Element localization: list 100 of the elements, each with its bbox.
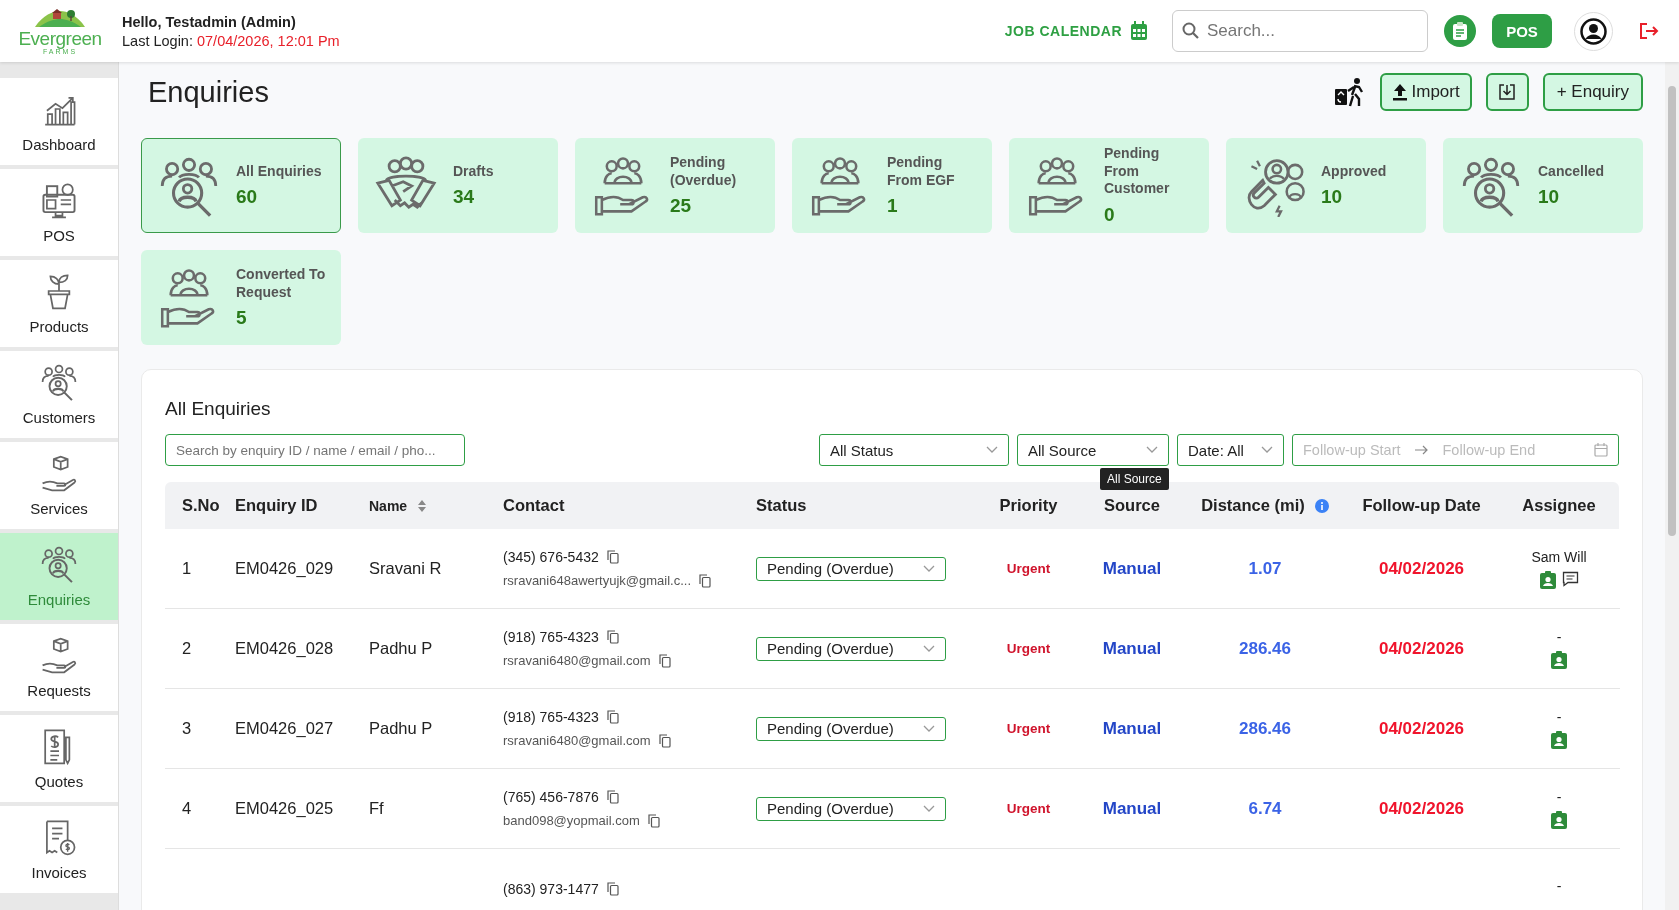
chevron-icon: [923, 724, 935, 733]
assignee-name: -: [1556, 788, 1562, 805]
id-badge-icon[interactable]: [1551, 650, 1567, 669]
email-address: rsravani648awertyujk@gmail.c...: [503, 573, 692, 588]
nav-item[interactable]: Products: [0, 260, 118, 347]
card-count: 34: [453, 186, 476, 209]
source-link[interactable]: Manual: [1102, 638, 1162, 659]
filter-dropdown[interactable]: All Source: [1017, 434, 1169, 466]
copy-icon[interactable]: [606, 790, 619, 804]
id-badge-icon[interactable]: [1539, 570, 1556, 589]
phone-number: (863) 973-1477: [503, 880, 599, 897]
filter-dropdown[interactable]: Date: All: [1177, 434, 1284, 466]
stat-card[interactable]: Pending From EGF 1: [792, 138, 992, 233]
copy-icon[interactable]: [647, 813, 660, 828]
column-header[interactable]: Name: [369, 497, 503, 514]
card-count: 10: [1538, 186, 1561, 209]
card-label: Drafts: [453, 162, 494, 181]
enquiry-id: EM0426_029: [235, 559, 334, 578]
last-login-text: Last Login: 07/04/2026, 12:01 Pm: [122, 32, 340, 49]
stat-card[interactable]: Pending From Customer 0: [1009, 138, 1209, 233]
cash-register-icon: [40, 181, 78, 219]
source-link[interactable]: Manual: [1102, 718, 1162, 739]
panel-title: All Enquiries: [165, 398, 272, 420]
distance-value: 6.74: [1248, 798, 1282, 819]
stat-card[interactable]: Approved 10: [1226, 138, 1426, 233]
import-button[interactable]: Import: [1379, 73, 1472, 111]
phone-number: (918) 765-4323: [503, 629, 599, 645]
nav-item[interactable]: Requests: [0, 624, 118, 711]
info-icon[interactable]: [1314, 498, 1329, 513]
copy-icon[interactable]: [658, 653, 671, 668]
card-label: Cancelled: [1538, 162, 1605, 181]
search-field[interactable]: Search...: [1172, 10, 1428, 52]
scrollbar[interactable]: [1665, 62, 1679, 910]
upload-icon: [1391, 83, 1408, 101]
nav-item[interactable]: Invoices: [0, 806, 118, 893]
stat-card[interactable]: All Enquiries 60: [141, 138, 341, 233]
enquiry-id: EM0426_027: [235, 719, 334, 738]
table-search-field[interactable]: Search by enquiry ID / name / email / pho...: [165, 434, 465, 466]
status-dropdown[interactable]: Pending (Overdue): [756, 636, 946, 661]
enquiry-id: EM0426_025: [235, 799, 334, 818]
card-label: Pending From Customer: [1104, 145, 1171, 198]
id-badge-icon[interactable]: [1551, 810, 1567, 829]
customer-name: Sravani R: [369, 559, 442, 578]
card-label: Converted To Request: [236, 266, 326, 301]
card-count: 25: [670, 195, 693, 217]
stat-card[interactable]: Drafts 34: [358, 138, 558, 233]
nav-item[interactable]: POS: [0, 169, 118, 256]
card-label: Pending From EGF: [887, 154, 956, 189]
nav-item[interactable]: Customers: [0, 351, 118, 438]
phone-number: (765) 456-7876: [503, 789, 599, 805]
follow-up-date: 04/02/2026: [1378, 638, 1465, 659]
priority-text: Urgent: [1006, 561, 1051, 576]
stat-card[interactable]: Converted To Request 5: [141, 250, 341, 345]
calendar-icon: [1130, 21, 1148, 41]
source-link[interactable]: Manual: [1102, 558, 1162, 579]
row-number: 3: [182, 719, 192, 738]
column-header: Source: [1103, 496, 1161, 515]
customer-name: Ff: [369, 799, 384, 818]
copy-icon[interactable]: [606, 630, 619, 644]
nav-item[interactable]: Quotes: [0, 715, 118, 802]
sort-icon[interactable]: [417, 498, 428, 513]
nav-item[interactable]: Dashboard: [0, 78, 118, 165]
row-number: 1: [182, 559, 192, 578]
filter-dropdown[interactable]: All Status: [819, 434, 1009, 466]
distance-value: 286.46: [1239, 718, 1291, 739]
column-header: Enquiry ID: [235, 496, 319, 515]
stat-card[interactable]: Pending (Overdue) 25: [575, 138, 775, 233]
status-dropdown[interactable]: Pending (Overdue): [756, 796, 946, 821]
stat-card[interactable]: Cancelled 10: [1443, 138, 1643, 233]
status-dropdown[interactable]: Pending (Overdue): [756, 556, 946, 581]
clipboard-icon[interactable]: [1444, 15, 1476, 47]
copy-icon[interactable]: [606, 881, 619, 896]
copy-icon[interactable]: [658, 733, 671, 748]
nav-item[interactable]: Services: [0, 442, 118, 529]
column-header: Assignee: [1521, 496, 1597, 515]
priority-text: Urgent: [1006, 721, 1051, 736]
box-on-hand-icon: [40, 636, 78, 674]
chevron-icon: [1146, 446, 1158, 454]
chat-icon[interactable]: [1561, 570, 1579, 587]
status-dropdown[interactable]: Pending (Overdue): [756, 716, 946, 741]
source-link[interactable]: Manual: [1102, 798, 1162, 819]
copy-icon[interactable]: [699, 573, 712, 588]
download-icon[interactable]: [1485, 73, 1529, 111]
id-badge-icon[interactable]: [1551, 730, 1567, 749]
people-magnifier-icon: [40, 363, 78, 401]
recycle-person-icon[interactable]: [1333, 77, 1366, 107]
logout-icon[interactable]: [1639, 22, 1659, 40]
card-label: All Enquiries: [236, 162, 322, 181]
column-header: Contact: [503, 496, 566, 515]
distance-value: 1.07: [1248, 558, 1282, 579]
email-address: band098@yopmail.com: [503, 813, 640, 828]
copy-icon[interactable]: [606, 550, 619, 564]
card-label: Approved: [1321, 162, 1387, 181]
chevron-icon: [923, 804, 935, 813]
column-header: Priority: [998, 496, 1059, 515]
arrow-right-icon: [1414, 445, 1429, 455]
logo-text: Evergreen: [18, 29, 102, 48]
copy-icon[interactable]: [606, 710, 619, 724]
add-enquiry-button[interactable]: + Enquiry: [1542, 73, 1643, 111]
follow-up-date: 04/02/2026: [1378, 718, 1465, 739]
